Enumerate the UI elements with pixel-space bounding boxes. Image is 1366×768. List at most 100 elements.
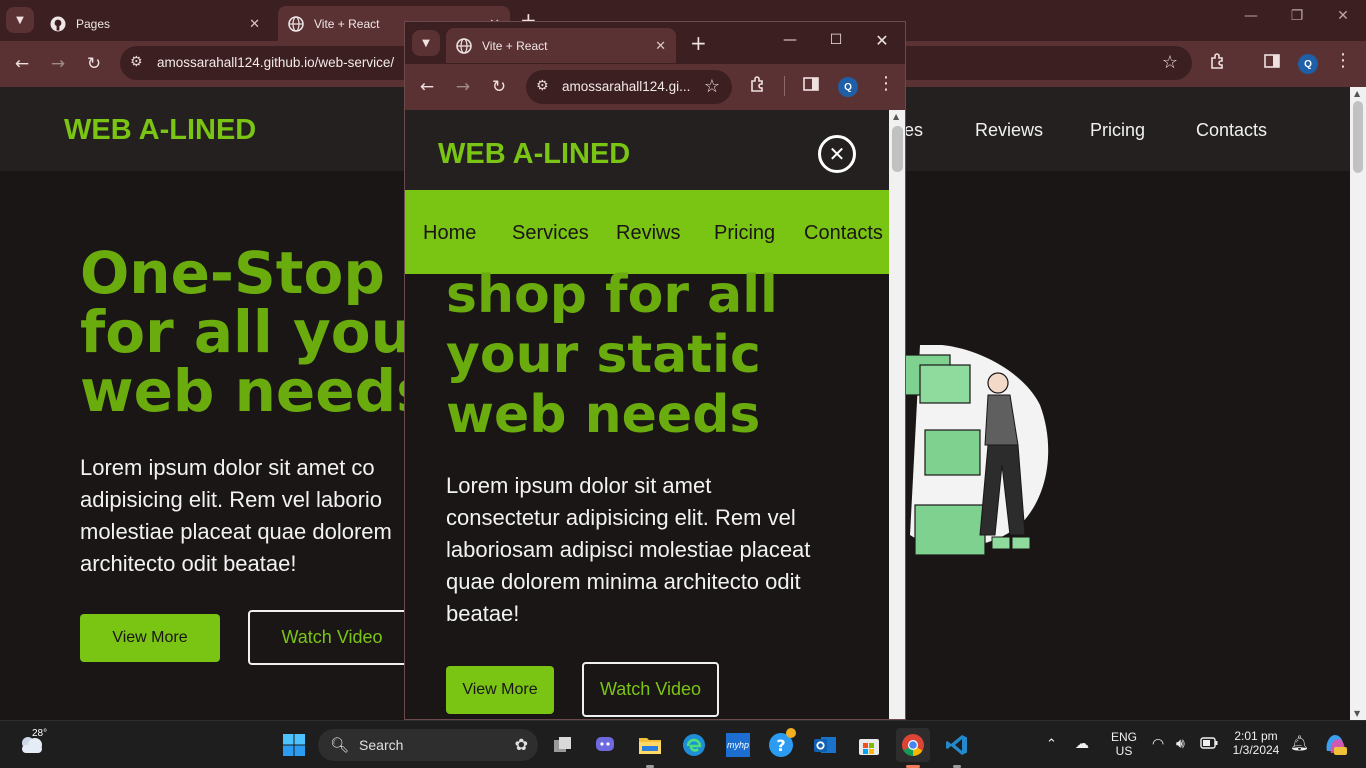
side-panel-icon[interactable] bbox=[802, 75, 820, 97]
reload-icon: ↻ bbox=[491, 77, 507, 97]
popup-toolbar: ← → ↻ ⚙ amossarahall124.gi... ☆ Q ⋮ bbox=[405, 64, 905, 110]
minimize-button[interactable]: — bbox=[1228, 8, 1274, 24]
nav-home[interactable]: Home bbox=[423, 222, 476, 245]
show-hidden-icons-chevron-icon[interactable]: ⌃ bbox=[1046, 736, 1057, 752]
get-help-icon[interactable]: ? bbox=[764, 728, 798, 762]
chat-app-icon[interactable] bbox=[588, 728, 622, 762]
close-icon: ✕ bbox=[828, 142, 846, 166]
hero-text-line: laboriosam adipisci molestiae placeat bbox=[446, 537, 811, 562]
profile-avatar[interactable]: Q bbox=[1298, 54, 1318, 74]
back-button[interactable]: ← bbox=[414, 74, 440, 100]
nav-reviews[interactable]: Reviews bbox=[975, 120, 1043, 141]
reload-button[interactable]: ↻ bbox=[486, 74, 512, 100]
mobile-nav-menu: Home Services Reviws Pricing Contacts bbox=[405, 190, 889, 274]
copilot-icon[interactable] bbox=[1322, 731, 1348, 761]
language-indicator[interactable]: ENG US bbox=[1110, 730, 1138, 758]
site-logo[interactable]: WEB A-LINED bbox=[64, 114, 256, 147]
minimize-button[interactable]: — bbox=[767, 32, 813, 48]
nav-contacts[interactable]: Contacts bbox=[804, 222, 883, 245]
nav-pricing[interactable]: Pricing bbox=[1090, 120, 1145, 141]
close-menu-button[interactable]: ✕ bbox=[818, 135, 856, 173]
main-page-scrollbar[interactable]: ▲ ▼ bbox=[1350, 87, 1366, 720]
url-text[interactable]: amossarahall124.gi... bbox=[562, 79, 692, 94]
nav-contacts[interactable]: Contacts bbox=[1196, 120, 1267, 141]
site-settings-icon[interactable]: ⚙ bbox=[130, 54, 143, 70]
date-text: 1/3/2024 bbox=[1232, 743, 1280, 757]
address-bar[interactable]: ⚙ amossarahall124.gi... ☆ bbox=[526, 70, 732, 104]
extensions-icon[interactable] bbox=[749, 75, 767, 97]
bookmark-star-icon[interactable]: ☆ bbox=[704, 76, 720, 97]
menu-kebab-icon[interactable]: ⋮ bbox=[1334, 50, 1352, 71]
profile-avatar[interactable]: Q bbox=[838, 77, 858, 97]
nav-reviews[interactable]: Reviws bbox=[616, 222, 680, 245]
back-button[interactable]: ← bbox=[9, 51, 35, 77]
hero-title: shop for all your static web needs bbox=[446, 265, 866, 445]
scroll-up-icon[interactable]: ▲ bbox=[893, 112, 899, 121]
hero-description: Lorem ipsum dolor sit amet consectetur a… bbox=[446, 470, 866, 630]
microsoft-store-icon[interactable] bbox=[852, 728, 886, 762]
url-text[interactable]: amossarahall124.github.io/web-service/ bbox=[157, 55, 394, 70]
popup-page-scrollbar[interactable]: ▲ bbox=[889, 110, 905, 719]
scroll-down-icon[interactable]: ▼ bbox=[1354, 709, 1360, 718]
scroll-up-icon[interactable]: ▲ bbox=[1354, 89, 1360, 98]
nav-services-partial[interactable]: es bbox=[904, 120, 923, 141]
hero-illustration bbox=[899, 344, 1060, 560]
scrollbar-thumb[interactable] bbox=[1353, 101, 1363, 173]
chevron-down-icon: ▼ bbox=[16, 14, 24, 26]
reload-button[interactable]: ↻ bbox=[81, 51, 107, 77]
windows-taskbar: 28° 🔍︎ Search ✿ myhp ? ⌃ ☁ ENG US ◠ 🔊︎ 2… bbox=[0, 720, 1366, 768]
notifications-bell-icon[interactable]: 🔔︎ bbox=[1290, 734, 1309, 752]
bookmark-star-icon[interactable]: ☆ bbox=[1162, 52, 1178, 73]
forward-button[interactable]: → bbox=[450, 74, 476, 100]
tab-pages[interactable]: Pages ✕ bbox=[40, 6, 270, 41]
time-text: 2:01 pm bbox=[1234, 729, 1278, 743]
popup-browser-window: ▼ Vite + React ✕ + — ☐ ✕ ← → ↻ ⚙ amossar… bbox=[404, 21, 906, 720]
restore-button[interactable]: ❐ bbox=[1274, 8, 1320, 24]
chrome-icon[interactable] bbox=[896, 728, 930, 762]
new-tab-button[interactable]: + bbox=[690, 31, 707, 55]
watch-video-button[interactable]: Watch Video bbox=[248, 610, 416, 665]
language-code: ENG bbox=[1110, 730, 1137, 744]
weather-widget[interactable]: 28° bbox=[16, 728, 47, 763]
extensions-icon[interactable] bbox=[1209, 52, 1227, 74]
clock[interactable]: 2:01 pm 1/3/2024 bbox=[1228, 729, 1284, 757]
site-settings-icon[interactable]: ⚙ bbox=[536, 78, 549, 94]
menu-kebab-icon[interactable]: ⋮ bbox=[877, 73, 895, 94]
side-panel-icon[interactable] bbox=[1263, 52, 1281, 74]
edge-browser-icon[interactable] bbox=[677, 728, 711, 762]
search-placeholder: Search bbox=[359, 737, 404, 753]
close-window-button[interactable]: ✕ bbox=[1320, 8, 1366, 24]
view-more-button[interactable]: View More bbox=[446, 666, 554, 714]
battery-icon[interactable] bbox=[1200, 737, 1218, 752]
flowers-search-highlight-icon: ✿ bbox=[514, 737, 528, 754]
task-view-icon[interactable] bbox=[546, 728, 580, 762]
tab-search-button[interactable]: ▼ bbox=[6, 7, 34, 33]
close-tab-icon[interactable]: ✕ bbox=[655, 38, 666, 54]
vscode-icon[interactable] bbox=[940, 728, 974, 762]
onedrive-cloud-icon[interactable]: ☁ bbox=[1075, 735, 1089, 752]
outlook-icon[interactable] bbox=[808, 728, 842, 762]
file-explorer-icon[interactable] bbox=[633, 728, 667, 762]
volume-icon[interactable]: 🔊︎ bbox=[1176, 735, 1185, 752]
forward-button[interactable]: → bbox=[45, 51, 71, 77]
hp-app-icon[interactable]: myhp bbox=[721, 728, 755, 762]
nav-services[interactable]: Services bbox=[512, 222, 589, 245]
chevron-down-icon: ▼ bbox=[422, 37, 430, 49]
nav-pricing[interactable]: Pricing bbox=[714, 222, 775, 245]
view-more-button[interactable]: View More bbox=[80, 614, 220, 662]
scrollbar-thumb[interactable] bbox=[892, 126, 903, 172]
taskbar-search[interactable]: 🔍︎ Search ✿ bbox=[318, 729, 538, 761]
arrow-left-icon: ← bbox=[419, 77, 435, 97]
watch-video-button[interactable]: Watch Video bbox=[582, 662, 719, 717]
start-button[interactable] bbox=[277, 728, 311, 762]
close-window-button[interactable]: ✕ bbox=[859, 31, 905, 50]
hero-text-line: beatae! bbox=[446, 601, 520, 626]
wifi-icon[interactable]: ◠ bbox=[1152, 735, 1164, 752]
arrow-right-icon: → bbox=[455, 77, 471, 97]
maximize-button[interactable]: ☐ bbox=[813, 32, 859, 48]
tab-vite-react[interactable]: Vite + React ✕ bbox=[446, 28, 676, 63]
site-logo[interactable]: WEB A-LINED bbox=[438, 138, 630, 171]
tab-search-button[interactable]: ▼ bbox=[412, 30, 440, 56]
tab-title: Vite + React bbox=[482, 38, 548, 53]
close-tab-icon[interactable]: ✕ bbox=[249, 16, 260, 32]
